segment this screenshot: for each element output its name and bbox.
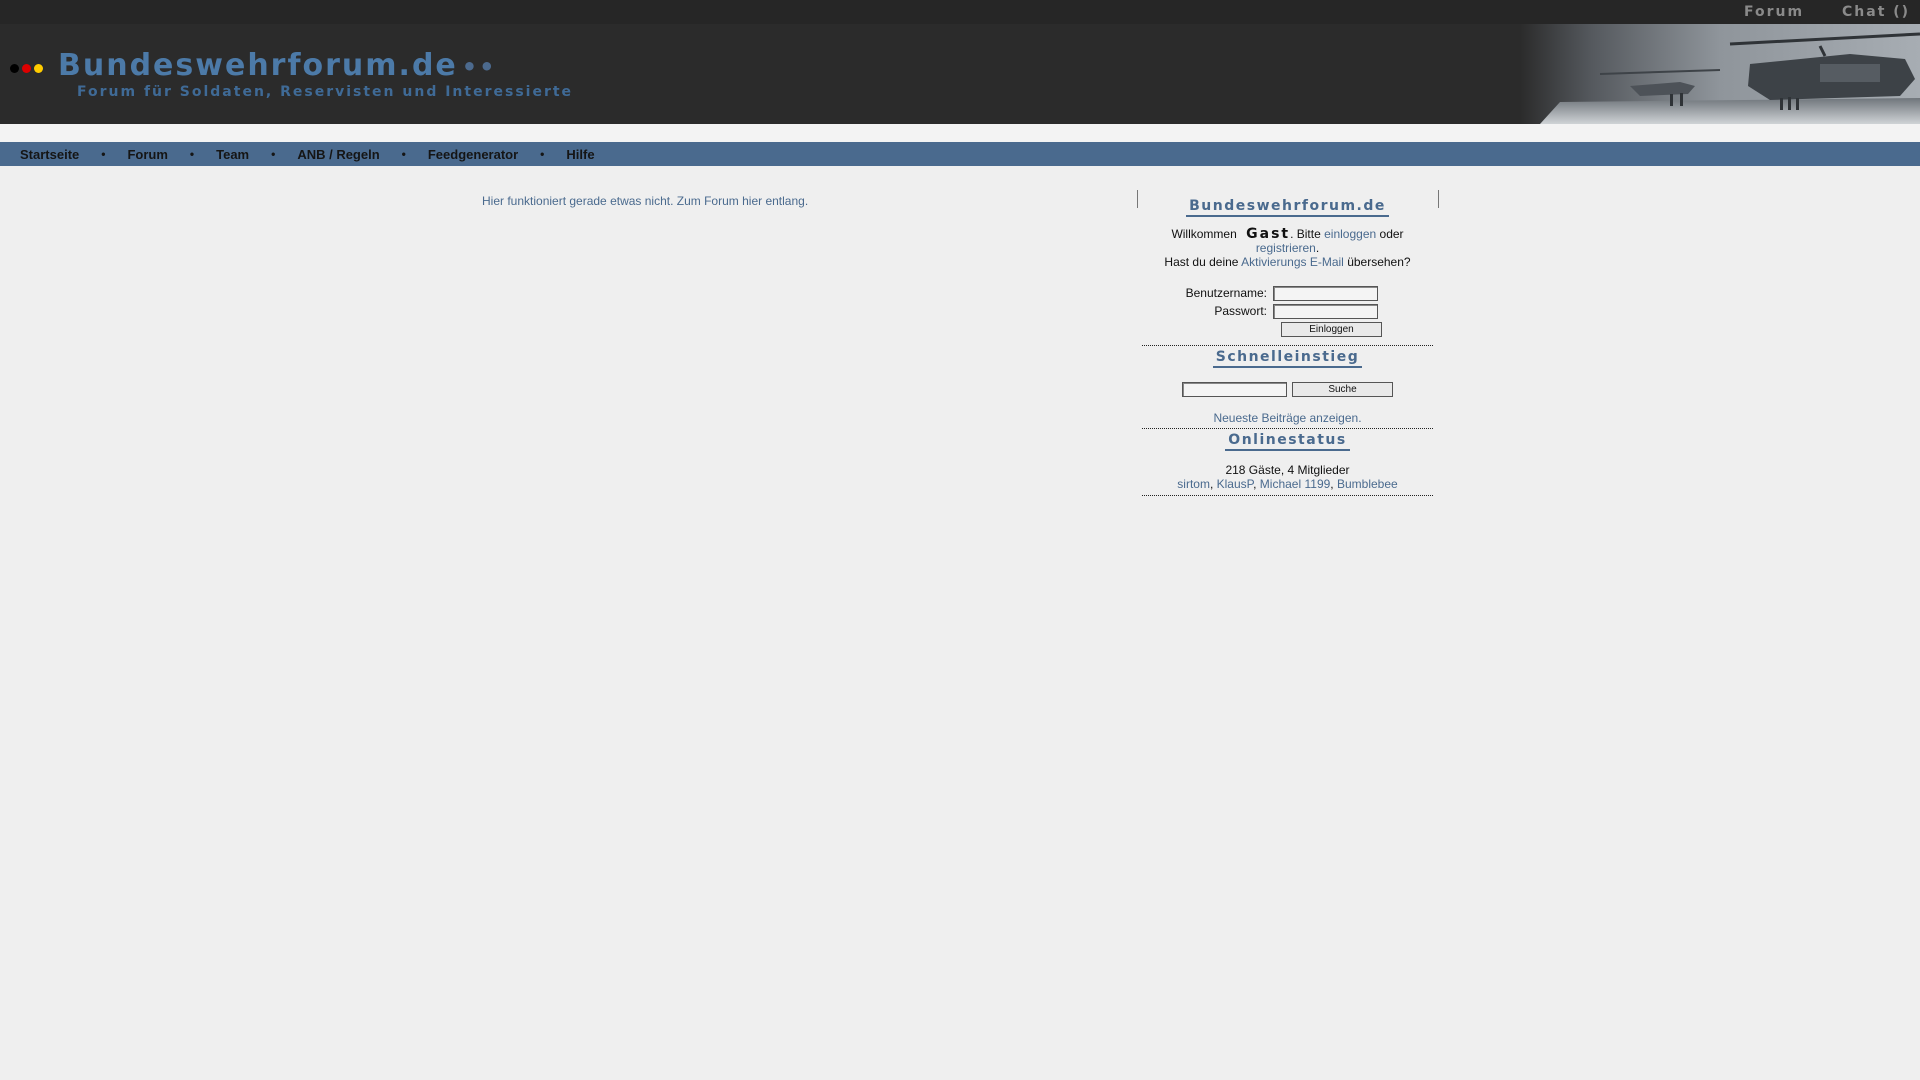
online-section: Onlinestatus 218 Gäste, 4 Mitglieder sir… (1142, 432, 1433, 491)
site-title[interactable]: Bundeswehrforum.de •• (58, 48, 496, 83)
search-input[interactable] (1182, 382, 1287, 397)
nav-item-feedgenerator[interactable]: Feedgenerator (428, 147, 518, 162)
search-row: Suche (1142, 382, 1433, 397)
forum-redirect-link[interactable]: Hier funktioniert gerade etwas nicht. Zu… (482, 194, 808, 208)
main-navigation: Startseite • Forum • Team • ANB / Regeln… (0, 142, 1920, 166)
register-period: . (1315, 241, 1320, 255)
site-title-dots: •• (461, 53, 497, 81)
online-member-link[interactable]: Bumblebee (1337, 477, 1398, 491)
section-divider (1142, 495, 1433, 496)
nav-separator: • (401, 147, 406, 161)
flag-dot-black (10, 64, 19, 73)
activation-suffix: übersehen? (1347, 255, 1411, 269)
online-status: 218 Gäste, 4 Mitglieder sirtom, KlausP, … (1142, 463, 1433, 491)
nav-separator: • (189, 147, 195, 161)
password-row: Passwort: (1142, 302, 1433, 320)
flag-dots-icon (10, 62, 46, 73)
activation-prefix: Hast du deine (1164, 255, 1239, 269)
or-text: oder (1379, 227, 1404, 241)
password-label: Passwort: (1214, 304, 1267, 318)
header-gap (0, 124, 1920, 142)
nav-item-forum[interactable]: Forum (127, 147, 167, 162)
login-form: Benutzername: Passwort: Einloggen (1142, 284, 1433, 337)
login-button[interactable]: Einloggen (1281, 322, 1382, 337)
please-text: . Bitte (1290, 227, 1321, 241)
online-member-link[interactable]: KlausP (1217, 477, 1253, 491)
member-separator: , (1209, 477, 1217, 491)
online-summary: 218 Gäste, 4 Mitglieder (1225, 463, 1350, 477)
login-link[interactable]: einloggen (1324, 227, 1376, 241)
sidebar-panel: Bundeswehrforum.de Willkommen Gast. Bitt… (1142, 190, 1433, 499)
top-link-forum[interactable]: Forum (1744, 4, 1804, 20)
newest-posts-link[interactable]: Neueste Beiträge anzeigen. (1213, 411, 1361, 425)
top-link-chat[interactable]: Chat () (1842, 4, 1910, 20)
welcome-text: Willkommen Gast. Bitte einloggen oder re… (1142, 227, 1433, 269)
nav-separator: • (271, 147, 276, 161)
register-link[interactable]: registrieren (1256, 241, 1316, 255)
quick-section-title: Schnelleinstieg (1212, 349, 1363, 368)
online-section-title: Onlinestatus (1225, 432, 1350, 451)
member-separator: , (1330, 477, 1337, 491)
login-section-title: Bundeswehrforum.de (1186, 198, 1389, 217)
username-label: Benutzername: (1185, 286, 1267, 300)
welcome-prefix: Willkommen (1171, 227, 1237, 241)
online-members-list: sirtom, KlausP, Michael 1199, Bumblebee (1142, 477, 1433, 491)
nav-separator: • (540, 147, 545, 161)
username-row: Benutzername: (1142, 284, 1433, 302)
search-button[interactable]: Suche (1292, 382, 1393, 397)
login-section: Bundeswehrforum.de Willkommen Gast. Bitt… (1142, 198, 1433, 337)
nav-separator: • (101, 147, 106, 161)
username-input[interactable] (1273, 285, 1378, 301)
nav-item-anb-regeln[interactable]: ANB / Regeln (297, 147, 379, 162)
nav-item-startseite[interactable]: Startseite (20, 147, 79, 162)
password-input[interactable] (1273, 303, 1378, 319)
helicopter-banner-image (1520, 24, 1920, 124)
section-divider (1142, 345, 1433, 346)
top-bar: Forum Chat () (0, 0, 1920, 24)
section-divider (1142, 428, 1433, 429)
online-member-link[interactable]: Michael 1199 (1260, 477, 1331, 491)
site-header: Bundeswehrforum.de •• Forum für Soldaten,… (0, 24, 1920, 124)
nav-item-team[interactable]: Team (216, 147, 249, 162)
flag-dot-gold (34, 64, 43, 73)
member-separator: , (1253, 477, 1260, 491)
site-title-text: Bundeswehrforum.de (58, 48, 458, 83)
flag-dot-red (22, 64, 31, 73)
activation-email-link[interactable]: Aktivierungs E-Mail (1241, 255, 1344, 269)
online-member-link[interactable]: sirtom (1177, 477, 1210, 491)
guest-name: Gast (1246, 226, 1291, 242)
site-subtitle: Forum für Soldaten, Reservisten und Inte… (77, 84, 574, 100)
quick-section: Schnelleinstieg Suche Neueste Beiträge a… (1142, 349, 1433, 425)
nav-item-hilfe[interactable]: Hilfe (566, 147, 594, 162)
